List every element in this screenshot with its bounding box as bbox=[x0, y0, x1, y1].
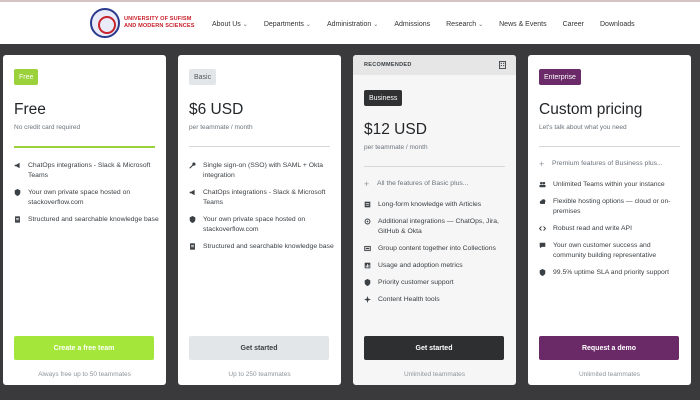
divider bbox=[364, 166, 505, 167]
feature-item: Your own private space hosted on stackov… bbox=[189, 215, 334, 235]
building-icon bbox=[499, 61, 506, 69]
article-icon bbox=[364, 201, 371, 208]
pricing-card-free: Free Free No credit card required ChatOp… bbox=[3, 55, 166, 385]
shield-icon bbox=[189, 216, 196, 223]
feature-item: 99.5% uptime SLA and priority support bbox=[539, 268, 684, 278]
plan-price: $12 USD bbox=[364, 121, 427, 138]
top-navbar: UNIVERSITY OF SUFISM AND MODERN SCIENCES… bbox=[0, 0, 700, 44]
document-icon bbox=[190, 243, 195, 250]
plan-footnote: Unlimited teammates bbox=[403, 371, 466, 378]
integration-icon bbox=[364, 218, 371, 225]
plan-badge-business: Business bbox=[364, 90, 403, 106]
plus-icon: + bbox=[539, 159, 545, 169]
feature-item: Robust read and write API bbox=[539, 224, 684, 234]
recommended-label: RECOMMENDED bbox=[364, 62, 412, 68]
feature-intro: + Premium features of Business plus... bbox=[539, 159, 663, 169]
chart-icon bbox=[364, 262, 371, 269]
pricing-card-basic: Basic $6 USD per teammate / month Single… bbox=[178, 55, 341, 385]
plan-title: Custom pricing bbox=[539, 101, 643, 118]
university-seal-icon bbox=[90, 8, 120, 38]
plan-badge-enterprise: Enterprise bbox=[539, 69, 581, 85]
request-demo-button[interactable]: Request a demo bbox=[539, 336, 679, 360]
feature-item: Structured and searchable knowledge base bbox=[14, 215, 159, 225]
feature-item: Flexible hosting options — cloud or on-p… bbox=[539, 197, 684, 217]
sla-shield-icon bbox=[539, 269, 546, 276]
feature-list: + All the features of Basic plus... Long… bbox=[364, 179, 509, 312]
nav-item-downloads[interactable]: Downloads bbox=[600, 21, 635, 28]
plan-title: Free bbox=[14, 101, 46, 118]
plan-subtitle: Let's talk about what you need bbox=[539, 124, 627, 131]
nav-item-departments[interactable]: Departments ⌄ bbox=[264, 21, 311, 28]
divider bbox=[539, 146, 680, 147]
nav-item-career[interactable]: Career bbox=[563, 21, 584, 28]
create-free-team-button[interactable]: Create a free team bbox=[14, 336, 154, 360]
feature-item: Content Health tools bbox=[364, 295, 509, 305]
logo-line-1: UNIVERSITY OF SUFISM bbox=[124, 16, 192, 22]
feature-item: Group content together into Collections bbox=[364, 244, 509, 254]
team-icon bbox=[539, 181, 546, 188]
university-logo[interactable]: UNIVERSITY OF SUFISM AND MODERN SCIENCES bbox=[90, 8, 195, 38]
feature-item: Your own customer success and community … bbox=[539, 241, 684, 261]
get-started-business-button[interactable]: Get started bbox=[364, 336, 504, 360]
key-icon bbox=[189, 162, 196, 169]
cloud-icon bbox=[539, 199, 546, 204]
plan-price: $6 USD bbox=[189, 101, 244, 118]
plan-footnote: Always free up to 50 teammates bbox=[38, 371, 131, 378]
collection-icon bbox=[364, 245, 371, 252]
feature-item: Additional integrations — ChatOps, Jira,… bbox=[364, 217, 509, 237]
nav-item-administration[interactable]: Administration ⌄ bbox=[327, 21, 378, 28]
nav-item-about-us[interactable]: About Us ⌄ bbox=[212, 21, 248, 28]
megaphone-icon bbox=[189, 189, 195, 196]
feature-item: Single sign-on (SSO) with SAML + Okta in… bbox=[189, 161, 334, 181]
feature-item: Priority customer support bbox=[364, 278, 509, 288]
code-icon bbox=[539, 226, 546, 231]
nav-item-research[interactable]: Research ⌄ bbox=[446, 21, 483, 28]
plan-subtitle: No credit card required bbox=[14, 124, 81, 131]
chevron-down-icon: ⌄ bbox=[242, 21, 248, 28]
pricing-card-business: RECOMMENDED Business $12 USD per teammat… bbox=[353, 55, 516, 385]
shield-icon bbox=[14, 189, 21, 196]
support-shield-icon bbox=[364, 279, 371, 286]
feature-item: Long-form knowledge with Articles bbox=[364, 200, 509, 210]
plan-footnote: Unlimited teammates bbox=[578, 371, 641, 378]
logo-line-2: AND MODERN SCIENCES bbox=[124, 23, 195, 29]
feature-item: ChatOps integrations - Slack & Microsoft… bbox=[14, 161, 159, 181]
nav-item-admissions[interactable]: Admissions bbox=[394, 21, 430, 28]
chat-icon bbox=[539, 242, 546, 249]
sparkle-icon bbox=[364, 296, 371, 303]
divider bbox=[189, 146, 330, 147]
plan-price-sub: per teammate / month bbox=[189, 124, 253, 131]
get-started-basic-button[interactable]: Get started bbox=[189, 336, 329, 360]
nav-item-news-events[interactable]: News & Events bbox=[499, 21, 546, 28]
feature-list: + Premium features of Business plus... U… bbox=[539, 159, 684, 285]
feature-item: Usage and adoption metrics bbox=[364, 261, 509, 271]
feature-list: ChatOps integrations - Slack & Microsoft… bbox=[14, 161, 159, 232]
chevron-down-icon: ⌄ bbox=[478, 21, 484, 28]
feature-intro: + All the features of Basic plus... bbox=[364, 179, 469, 189]
divider bbox=[14, 146, 155, 148]
plan-footnote: Up to 250 teammates bbox=[228, 371, 291, 378]
megaphone-icon bbox=[14, 162, 20, 169]
document-icon bbox=[15, 216, 20, 223]
plan-price-sub: per teammate / month bbox=[364, 144, 428, 151]
plan-badge-free: Free bbox=[14, 69, 39, 85]
chevron-down-icon: ⌄ bbox=[305, 21, 311, 28]
feature-list: Single sign-on (SSO) with SAML + Okta in… bbox=[189, 161, 334, 259]
plus-icon: + bbox=[364, 179, 370, 189]
pricing-card-enterprise: Enterprise Custom pricing Let's talk abo… bbox=[528, 55, 691, 385]
chevron-down-icon: ⌄ bbox=[373, 21, 379, 28]
plan-badge-basic: Basic bbox=[189, 69, 217, 85]
feature-item: Unlimited Teams within your instance bbox=[539, 180, 684, 190]
feature-item: Your own private space hosted on stackov… bbox=[14, 188, 159, 208]
nav-menu: About Us ⌄ Departments ⌄ Administration ⌄ A… bbox=[212, 2, 651, 46]
feature-item: ChatOps integrations - Slack & Microsoft… bbox=[189, 188, 334, 208]
feature-item: Structured and searchable knowledge base bbox=[189, 242, 334, 252]
